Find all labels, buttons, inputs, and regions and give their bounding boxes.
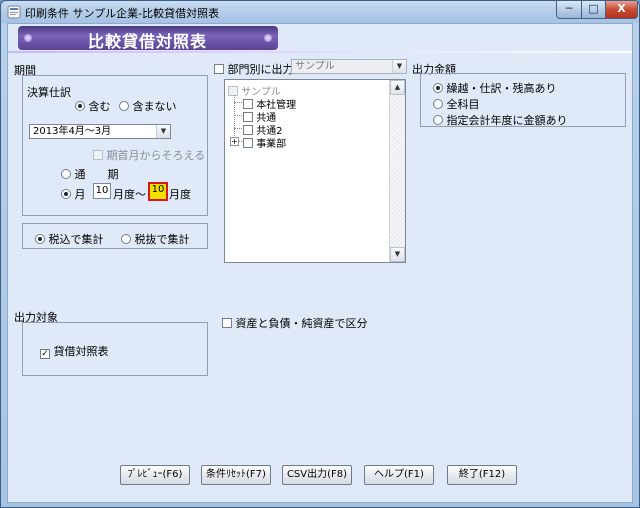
checkbox-icon	[93, 150, 103, 160]
checkbox-icon	[214, 64, 224, 74]
csv-export-button[interactable]: CSV出力(F8)	[282, 465, 352, 485]
output-target-group: ✓ 貸借対照表	[22, 322, 208, 376]
tax-included-label: 税込で集計	[48, 233, 104, 246]
department-label: 部門別に出力	[227, 63, 294, 76]
output-option-label: 指定会計年度に金額あり	[446, 114, 568, 127]
banner-bullet-icon	[24, 34, 32, 42]
tax-group: 税込で集計 税抜で集計	[22, 223, 208, 249]
tree-scrollbar[interactable]: ▲ ▼	[389, 80, 405, 262]
period-group: 決算仕訳 含む 含まない 2013年4月～3月 ▼ 期首月からそろえる 通 期	[22, 75, 208, 216]
radio-on-icon	[75, 101, 85, 111]
balance-sheet-checkbox[interactable]: ✓ 貸借対照表	[40, 343, 109, 359]
from-month-input[interactable]: 10	[93, 183, 111, 199]
align-first-month-label: 期首月からそろえる	[106, 149, 206, 162]
department-select-value: サンプル	[295, 61, 335, 72]
month-radio[interactable]: 月	[61, 186, 86, 202]
app-window: 印刷条件 サンプル企業-比較貸借対照表 ─ □ X 比較貸借対照表 期間 決算仕…	[0, 0, 640, 508]
page-title: 比較貸借対照表	[88, 32, 208, 51]
split-assets-checkbox[interactable]: 資産と負債・純資産で区分	[222, 315, 368, 331]
exclude-label: 含まない	[132, 100, 177, 113]
department-checkbox[interactable]: 部門別に出力	[214, 61, 294, 77]
help-button[interactable]: ヘルプ(F1)	[364, 465, 434, 485]
department-select[interactable]: サンプル ▼	[291, 59, 407, 74]
chevron-down-icon[interactable]: ▼	[392, 60, 406, 73]
tax-included-radio[interactable]: 税込で集計	[35, 231, 104, 247]
fiscal-year-select[interactable]: 2013年4月～3月 ▼	[29, 124, 171, 139]
radio-on-icon	[433, 83, 443, 93]
header-divider	[8, 51, 632, 53]
checkbox-icon	[222, 318, 232, 328]
title-bar[interactable]: 印刷条件 サンプル企業-比較貸借対照表 ─ □ X	[1, 1, 639, 23]
include-radio[interactable]: 含む	[75, 98, 111, 114]
tree-item[interactable]: 事業部	[243, 135, 286, 150]
output-option-radio[interactable]: 繰越・仕訳・残高あり	[433, 80, 557, 96]
radio-on-icon	[35, 234, 45, 244]
output-option-radio[interactable]: 全科目	[433, 96, 480, 112]
radio-off-icon	[61, 169, 71, 179]
radio-off-icon	[433, 99, 443, 109]
balance-sheet-label: 貸借対照表	[53, 345, 109, 358]
checkbox-icon	[243, 138, 253, 148]
exit-button[interactable]: 終了(F12)	[447, 465, 517, 485]
department-tree[interactable]: サンプル 本社管理 共通 共通2 + 事業部 ▲ ▼	[224, 79, 406, 263]
radio-off-icon	[119, 101, 129, 111]
tree-connector	[234, 128, 242, 129]
to-month-suffix: 月度	[169, 188, 191, 201]
fiscal-year-value: 2013年4月～3月	[33, 126, 112, 137]
checkbox-icon	[228, 86, 238, 96]
chevron-down-icon[interactable]: ▼	[156, 125, 170, 138]
radio-off-icon	[433, 115, 443, 125]
close-button[interactable]: X	[605, 1, 638, 19]
checkbox-icon	[243, 99, 253, 109]
include-label: 含む	[88, 100, 111, 113]
tree-connector	[234, 115, 242, 116]
align-first-month-checkbox[interactable]: 期首月からそろえる	[93, 147, 205, 163]
output-amount-group: 繰越・仕訳・残高あり 全科目 指定会計年度に金額あり	[420, 73, 626, 127]
range-separator: ～	[135, 188, 146, 201]
tax-excluded-radio[interactable]: 税抜で集計	[121, 231, 190, 247]
output-option-label: 全科目	[446, 98, 480, 111]
expand-plus-icon[interactable]: +	[230, 137, 239, 146]
minimize-button[interactable]: ─	[556, 1, 582, 19]
tree-item-label: 事業部	[256, 139, 287, 150]
banner-bullet-icon	[264, 34, 272, 42]
maximize-button[interactable]: □	[581, 1, 606, 19]
checkbox-icon	[243, 125, 253, 135]
radio-off-icon	[121, 234, 131, 244]
app-icon	[7, 5, 21, 19]
month-label: 月	[74, 188, 86, 201]
radio-on-icon	[61, 189, 71, 199]
scroll-up-icon[interactable]: ▲	[390, 80, 405, 95]
full-period-radio[interactable]: 通 期	[61, 166, 119, 182]
split-assets-label: 資産と負債・純資産で区分	[235, 317, 368, 330]
closing-entries-label: 決算仕訳	[27, 86, 71, 99]
checkbox-icon	[243, 112, 253, 122]
from-month-suffix: 月度	[113, 188, 135, 201]
header-banner: 比較貸借対照表	[18, 26, 278, 51]
tax-excluded-label: 税抜で集計	[134, 233, 190, 246]
scroll-down-icon[interactable]: ▼	[390, 247, 405, 262]
output-option-label: 繰越・仕訳・残高あり	[446, 82, 557, 95]
dialog-client: 比較貸借対照表 期間 決算仕訳 含む 含まない 2013年4月～3月 ▼ 期首月…	[7, 23, 633, 503]
full-period-label: 通 期	[74, 168, 119, 181]
preview-button[interactable]: ﾌﾟﾚﾋﾞｭｰ(F6)	[120, 465, 190, 485]
reset-button[interactable]: 条件ﾘｾｯﾄ(F7)	[201, 465, 271, 485]
checkmark-icon: ✓	[40, 349, 50, 359]
output-option-radio[interactable]: 指定会計年度に金額あり	[433, 112, 568, 128]
window-title: 印刷条件 サンプル企業-比較貸借対照表	[25, 7, 220, 20]
tree-connector	[234, 102, 242, 103]
exclude-radio[interactable]: 含まない	[119, 98, 177, 114]
to-month-input[interactable]: 10	[148, 182, 168, 201]
